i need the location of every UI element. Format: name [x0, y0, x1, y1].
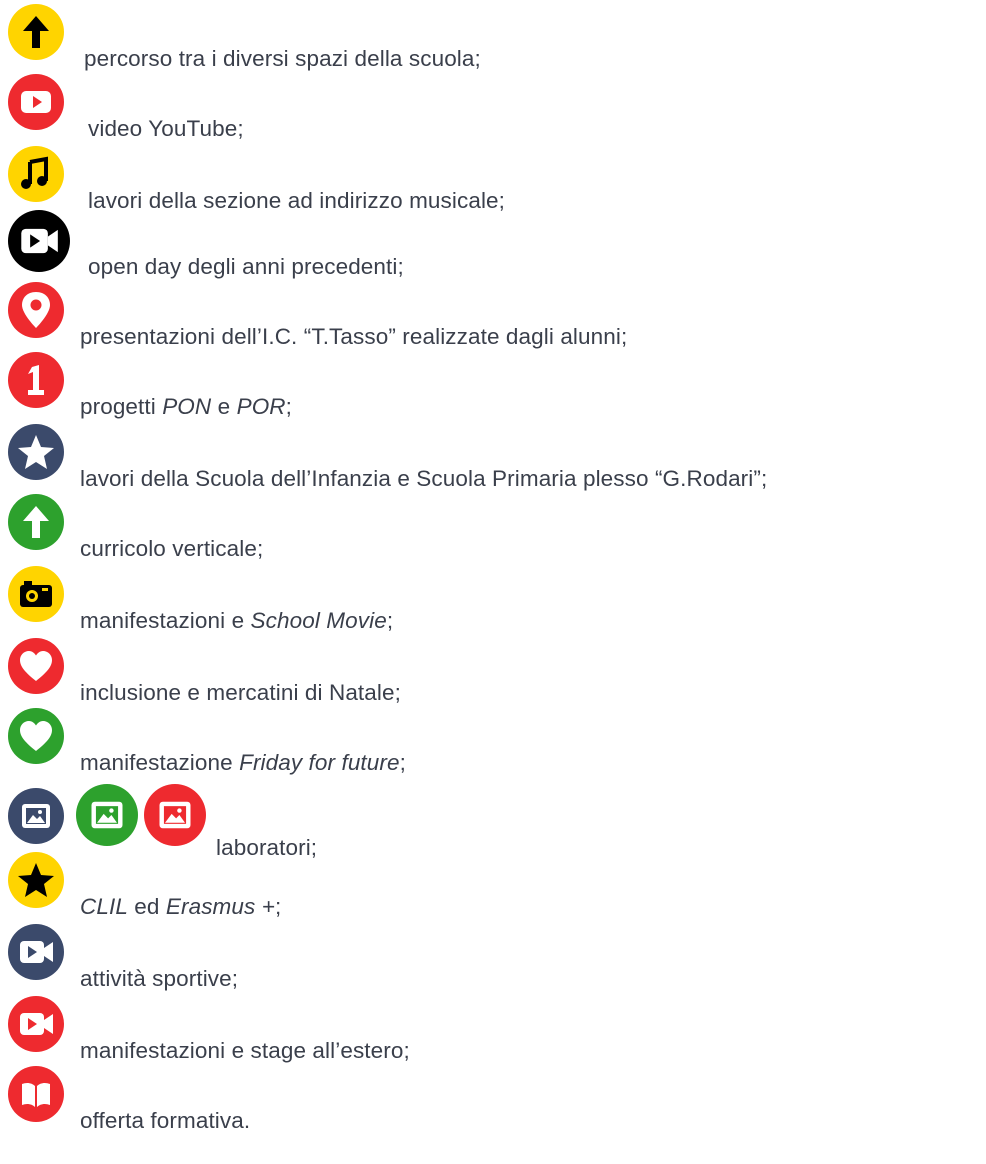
number-one-icon — [8, 352, 64, 408]
youtube-play-icon — [8, 74, 64, 130]
item-label: percorso tra i diversi spazi della scuol… — [84, 46, 481, 71]
list-item: lavori della sezione ad indirizzo musica… — [8, 146, 978, 218]
list-item: curricolo verticale; — [8, 494, 978, 566]
list-item: offerta formativa. — [8, 1066, 978, 1138]
item-label: video YouTube; — [88, 116, 244, 141]
list-item: CLIL ed Erasmus +; — [8, 852, 978, 924]
list-item: laboratori; — [8, 784, 978, 860]
item-label: CLIL ed Erasmus +; — [80, 894, 282, 919]
arrow-up-icon — [8, 494, 64, 550]
item-label: manifestazioni e stage all’estero; — [80, 1038, 410, 1063]
item-label: manifestazioni e School Movie; — [80, 608, 394, 633]
list-item: attività sportive; — [8, 924, 978, 996]
list-item: lavori della Scuola dell’Infanzia e Scuo… — [8, 424, 978, 496]
camera-icon — [8, 566, 64, 622]
item-label: manifestazione Friday for future; — [80, 750, 406, 775]
item-label: inclusione e mercatini di Natale; — [80, 680, 401, 705]
map-pin-icon — [8, 282, 64, 338]
item-label: progetti PON e POR; — [80, 394, 293, 419]
image-icon — [144, 784, 206, 846]
image-icon — [8, 788, 64, 844]
item-label: presentazioni dell’I.C. “T.Tasso” realiz… — [80, 324, 628, 349]
star-icon — [8, 424, 64, 480]
video-camera-icon — [8, 996, 64, 1052]
list-item: percorso tra i diversi spazi della scuol… — [8, 4, 978, 76]
heart-icon — [8, 708, 64, 764]
list-item: video YouTube; — [8, 74, 978, 146]
list-item: manifestazioni e stage all’estero; — [8, 996, 978, 1068]
item-label: curricolo verticale; — [80, 536, 264, 561]
heart-icon — [8, 638, 64, 694]
list-item: progetti PON e POR; — [8, 352, 978, 424]
item-label: offerta formativa. — [80, 1108, 251, 1133]
music-note-icon — [8, 146, 64, 202]
list-item: open day degli anni precedenti; — [8, 210, 978, 282]
list-item: presentazioni dell’I.C. “T.Tasso” realiz… — [8, 282, 978, 354]
arrow-up-icon — [8, 4, 64, 60]
list-item: manifestazioni e School Movie; — [8, 566, 978, 638]
star-icon — [8, 852, 64, 908]
video-camera-icon — [8, 924, 64, 980]
item-label: attività sportive; — [80, 966, 239, 991]
video-camera-icon — [8, 210, 70, 272]
item-label: lavori della Scuola dell’Infanzia e Scuo… — [80, 466, 768, 491]
open-book-icon — [8, 1066, 64, 1122]
image-icon — [76, 784, 138, 846]
list-item: inclusione e mercatini di Natale; — [8, 638, 978, 710]
list-item: manifestazione Friday for future; — [8, 708, 978, 780]
item-label: open day degli anni precedenti; — [88, 254, 404, 279]
